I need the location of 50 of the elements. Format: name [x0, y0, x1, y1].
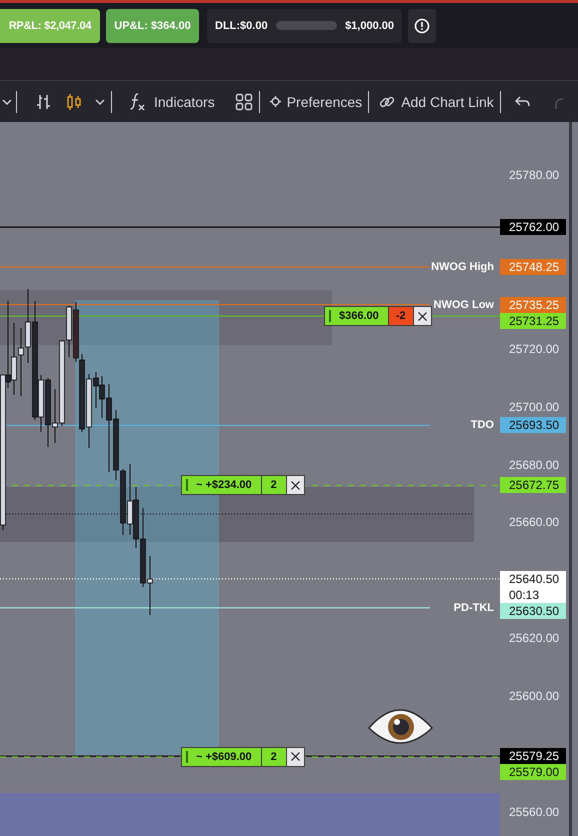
close-icon: [290, 480, 300, 490]
alert-button[interactable]: [408, 8, 436, 42]
loss-limit-amount: $1,000.00: [345, 20, 394, 32]
price-tick: 25780.00: [509, 168, 560, 182]
price-tick: 25620.00: [509, 631, 560, 646]
level-price-label: 25693.50: [500, 417, 566, 434]
price-tick: 25720.00: [509, 342, 560, 356]
alert-icon: [414, 18, 430, 34]
price-tick: 25700.00: [509, 400, 560, 414]
quantity-badge: 2: [260, 748, 286, 766]
last-price: 25640.50: [509, 570, 560, 587]
pnl-tag[interactable]: ~ +$609.00: [182, 748, 261, 766]
chevron-down-icon: [2, 98, 12, 106]
level-name: PD-TKL: [454, 600, 494, 615]
quantity-badge: 2: [260, 476, 286, 494]
price-label: 25672.75: [500, 477, 566, 494]
grid-icon: [234, 92, 253, 110]
price-tick: 25680.00: [509, 458, 560, 472]
eye-icon: [368, 709, 433, 744]
preferences-button[interactable]: Preferences: [264, 86, 368, 116]
close-icon: [290, 752, 300, 762]
chart-link-button[interactable]: Add Chart Link: [373, 86, 500, 116]
close-button[interactable]: [286, 748, 304, 766]
price-tick: 25560.00: [509, 804, 560, 819]
bar-chart-icon: [35, 92, 53, 110]
close-button[interactable]: [286, 476, 304, 494]
pnl-tag[interactable]: ~ +$234.00: [182, 476, 261, 494]
level-name: NWOG Low: [434, 298, 494, 312]
candlestick-icon: [65, 92, 83, 110]
level-price-label: 25735.25: [500, 296, 566, 313]
gear-icon: [270, 96, 281, 107]
price-label: 25579.25: [500, 748, 566, 764]
daily-loss-label: DLL:$0.00: [215, 20, 268, 32]
pnl-tag[interactable]: $366.00: [325, 307, 388, 326]
bar-timer: 00:13: [509, 586, 540, 603]
price-label: 25762.00: [500, 219, 566, 236]
price-tick: 25600.00: [509, 689, 560, 704]
close-icon: [418, 312, 427, 321]
close-button[interactable]: [412, 307, 431, 326]
price-label: 25579.00: [500, 764, 566, 780]
level-name: NWOG High: [431, 260, 494, 274]
price-label: 25731.25: [500, 312, 566, 329]
indicators-button[interactable]: Indicators: [122, 86, 221, 116]
quantity-badge: -2: [388, 307, 413, 326]
chevron-down-icon: [95, 98, 105, 106]
level-name: TDO: [470, 418, 494, 432]
level-price-label: 25630.50: [500, 602, 566, 619]
undo-icon: [514, 94, 531, 108]
price-tick: 25660.00: [509, 515, 560, 530]
level-price-label: 25748.25: [500, 258, 566, 275]
